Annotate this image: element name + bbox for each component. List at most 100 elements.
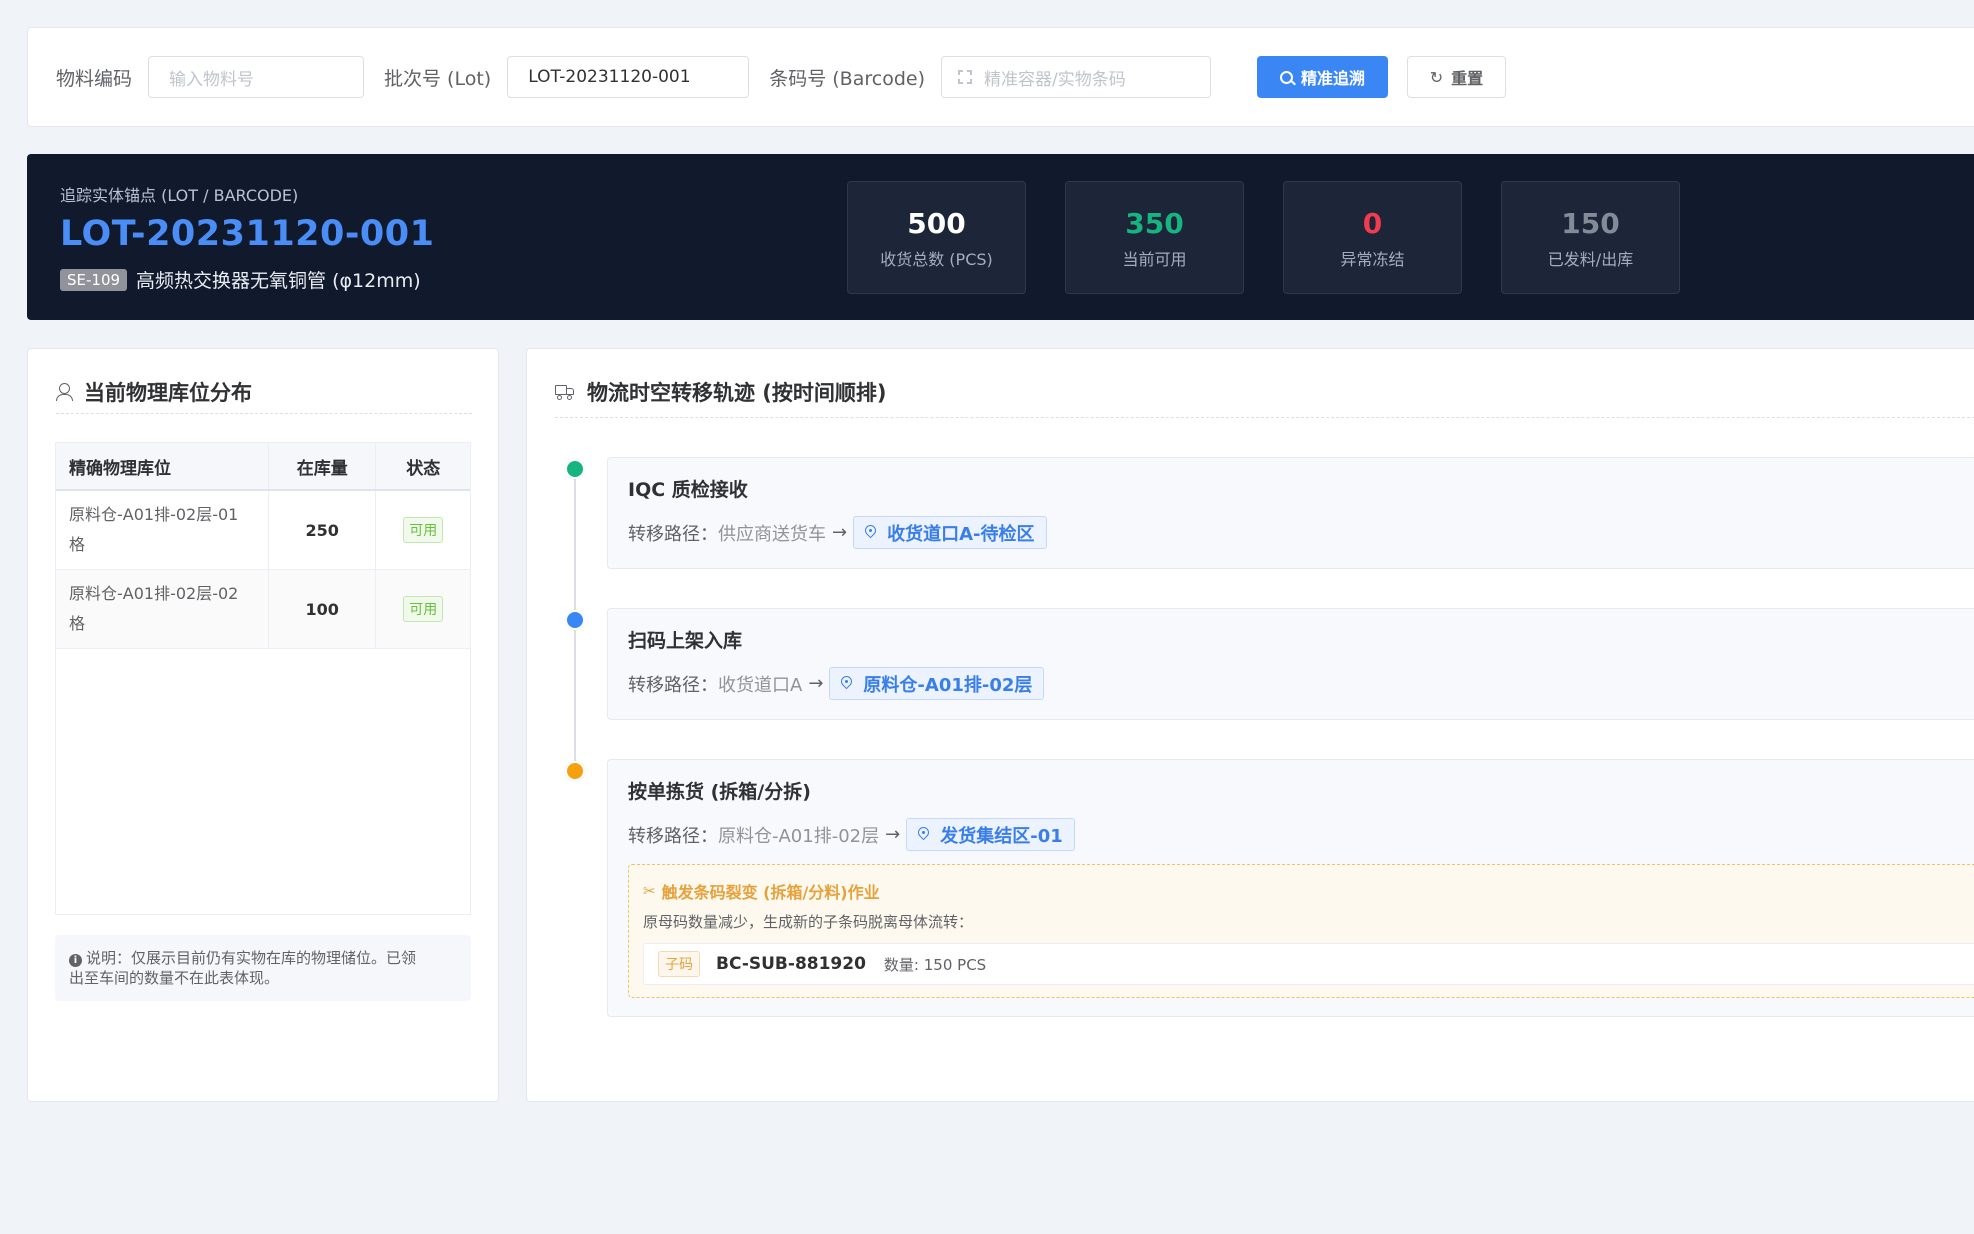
split-title: ✂ 触发条码裂变 (拆箱/分料)作业 xyxy=(643,879,880,903)
location-pin-icon xyxy=(841,676,853,691)
event-path: 转移路径： 原料仓-A01排-02层 → 发货集结区-01 xyxy=(628,818,1075,851)
stat-value: 500 xyxy=(907,206,966,240)
location-cell: 原料仓-A01排-02层-02 格 xyxy=(56,570,269,648)
path-to: 发货集结区-01 xyxy=(940,825,1063,847)
table-row[interactable]: 原料仓-A01排-02层-02 格 100 可用 xyxy=(56,570,470,649)
lot-label: 批次号 (Lot) xyxy=(384,67,492,90)
path-from: 原料仓-A01排-02层 xyxy=(718,825,880,847)
location-pin-icon xyxy=(918,827,930,842)
info-icon: i xyxy=(69,954,82,967)
barcode-input[interactable]: 精准容器/实物条码 xyxy=(940,56,1211,98)
title-divider xyxy=(555,417,1974,418)
stat-label: 当前可用 xyxy=(1122,249,1187,269)
stat-label: 收货总数 (PCS) xyxy=(880,249,993,269)
path-label: 转移路径： xyxy=(628,523,718,545)
location-table: 精确物理库位 在库量 状态 原料仓-A01排-02层-01 格 250 可用 原… xyxy=(55,442,471,915)
split-description: 原母码数量减少，生成新的子条码脱离母体流转： xyxy=(643,913,974,931)
barcode-placeholder: 精准容器/实物条码 xyxy=(983,69,1126,90)
qty-cell: 250 xyxy=(269,491,377,569)
barcode-label: 条码号 (Barcode) xyxy=(769,67,925,90)
material-code-input[interactable]: 输入物料号 xyxy=(148,56,365,98)
path-label: 转移路径： xyxy=(628,674,718,696)
lot-input-value: LOT-20231120-001 xyxy=(528,67,691,87)
path-to: 原料仓-A01排-02层 xyxy=(863,674,1033,696)
column-header-qty[interactable]: 在库量 xyxy=(269,443,377,489)
status-cell: 可用 xyxy=(376,491,470,569)
stat-frozen: 0 异常冻结 xyxy=(1283,181,1462,294)
logistics-timeline-panel: 物流时空转移轨迹 (按时间顺排) IQC 质检接收 转移路径： 供应商送货车 →… xyxy=(526,348,1974,1102)
timeline-event-putaway: 扫码上架入库 转移路径： 收货道口A → 原料仓-A01排-02层 xyxy=(607,608,1974,720)
location-cell: 原料仓-A01排-02层-01 格 xyxy=(56,491,269,569)
child-quantity: 数量: 150 PCS xyxy=(883,955,987,974)
event-title: IQC 质检接收 xyxy=(628,479,748,501)
lot-input[interactable]: LOT-20231120-001 xyxy=(507,56,750,98)
stat-available: 350 当前可用 xyxy=(1065,181,1244,294)
location-text-line2: 格 xyxy=(69,614,86,633)
arrow-right-icon: → xyxy=(808,673,824,694)
material-code-badge: SE-109 xyxy=(60,268,128,291)
status-badge: 可用 xyxy=(403,517,444,543)
child-code-badge: 子码 xyxy=(658,951,700,977)
user-icon xyxy=(56,383,73,401)
column-header-status[interactable]: 状态 xyxy=(376,443,470,489)
path-from: 供应商送货车 xyxy=(718,523,826,545)
stat-issued: 150 已发料/出库 xyxy=(1501,181,1680,294)
column-header-location[interactable]: 精确物理库位 xyxy=(56,443,269,489)
material-code-label: 物料编码 xyxy=(56,67,133,90)
path-to-location-tag[interactable]: 原料仓-A01排-02层 xyxy=(829,667,1045,700)
location-pin-icon xyxy=(865,525,877,540)
trace-button[interactable]: 精准追溯 xyxy=(1256,56,1388,98)
stat-label: 已发料/出库 xyxy=(1547,249,1634,269)
qty-cell: 100 xyxy=(269,570,377,648)
material-name: 高频热交换器无氧铜管 (φ12mm) xyxy=(136,270,421,292)
reset-button-label: 重置 xyxy=(1451,69,1484,88)
trace-anchor-header: 追踪实体锚点 (LOT / BARCODE) LOT-20231120-001 … xyxy=(27,154,1974,320)
anchor-subtitle: 追踪实体锚点 (LOT / BARCODE) xyxy=(60,186,299,205)
path-from: 收货道口A xyxy=(718,674,803,696)
path-label: 转移路径： xyxy=(628,825,718,847)
event-title: 按单拣货 (拆箱/分拆) xyxy=(628,781,811,803)
anchor-material: SE-109 高频热交换器无氧铜管 (φ12mm) xyxy=(60,266,421,293)
truck-icon xyxy=(555,384,575,400)
split-title-text: 触发条码裂变 (拆箱/分料)作业 xyxy=(661,883,880,902)
stat-label: 异常冻结 xyxy=(1340,249,1405,269)
anchor-lot-number: LOT-20231120-001 xyxy=(60,214,435,254)
status-badge: 可用 xyxy=(403,596,444,622)
refresh-icon: ↻ xyxy=(1429,67,1444,87)
search-icon xyxy=(1279,70,1293,84)
stat-value: 150 xyxy=(1561,206,1620,240)
path-to-location-tag[interactable]: 发货集结区-01 xyxy=(906,818,1075,851)
child-barcode: BC-SUB-881920 xyxy=(716,954,866,974)
barcode-split-box: ✂ 触发条码裂变 (拆箱/分料)作业 原母码数量减少，生成新的子条码脱离母体流转… xyxy=(628,864,1974,998)
path-to-location-tag[interactable]: 收货道口A-待检区 xyxy=(853,516,1047,549)
event-title: 扫码上架入库 xyxy=(628,630,743,652)
location-panel-title-text: 当前物理库位分布 xyxy=(84,381,252,405)
location-panel-title: 当前物理库位分布 xyxy=(56,377,252,407)
material-code-placeholder: 输入物料号 xyxy=(169,69,255,90)
child-barcode-row[interactable]: 子码 BC-SUB-881920 数量: 150 PCS xyxy=(643,943,1974,985)
location-text-line2: 格 xyxy=(69,535,86,554)
stat-value: 350 xyxy=(1125,206,1184,240)
timeline-event-picking: 按单拣货 (拆箱/分拆) 转移路径： 原料仓-A01排-02层 → 发货集结区-… xyxy=(607,759,1974,1017)
location-text-line1: 原料仓-A01排-02层-01 xyxy=(69,505,239,524)
status-cell: 可用 xyxy=(376,570,470,648)
event-path: 转移路径： 供应商送货车 → 收货道口A-待检区 xyxy=(628,516,1047,549)
table-header: 精确物理库位 在库量 状态 xyxy=(56,443,470,491)
event-path: 转移路径： 收货道口A → 原料仓-A01排-02层 xyxy=(628,667,1045,700)
search-bar: 物料编码 输入物料号 批次号 (Lot) LOT-20231120-001 条码… xyxy=(27,27,1974,127)
timeline-dot-green xyxy=(565,459,585,479)
note-line2: 出至车间的数量不在此表体现。 xyxy=(69,969,280,987)
stat-received-total: 500 收货总数 (PCS) xyxy=(847,181,1026,294)
timeline-dot-blue xyxy=(565,610,585,630)
scan-icon xyxy=(957,70,972,84)
table-row[interactable]: 原料仓-A01排-02层-01 格 250 可用 xyxy=(56,491,470,570)
arrow-right-icon: → xyxy=(832,522,848,543)
arrow-right-icon: → xyxy=(885,824,901,845)
path-to: 收货道口A-待检区 xyxy=(887,523,1035,545)
stat-value: 0 xyxy=(1362,206,1383,240)
location-distribution-panel: 当前物理库位分布 精确物理库位 在库量 状态 原料仓-A01排-02层-01 格… xyxy=(27,348,499,1102)
reset-button[interactable]: ↻ 重置 xyxy=(1406,56,1506,98)
title-divider xyxy=(56,413,472,414)
scissors-icon: ✂ xyxy=(643,882,656,900)
location-text-line1: 原料仓-A01排-02层-02 xyxy=(69,584,239,603)
